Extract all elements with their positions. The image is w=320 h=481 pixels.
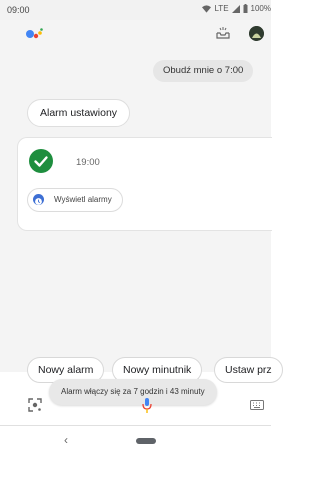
battery-icon: [243, 4, 248, 13]
signal-icon: [231, 4, 240, 13]
status-icons: LTE 100%: [202, 4, 271, 13]
lens-icon[interactable]: [28, 398, 42, 412]
user-query-bubble: Obudź mnie o 7:00: [153, 60, 254, 82]
home-pill[interactable]: [136, 438, 156, 444]
clock-icon: [33, 194, 44, 205]
alarm-card[interactable]: [17, 137, 272, 231]
google-assistant-logo-icon: [26, 28, 43, 39]
avatar-image: [249, 26, 264, 41]
status-bar: 09:00 LTE 100%: [0, 0, 271, 20]
check-icon: [29, 149, 53, 173]
alarm-time: 19:00: [76, 157, 100, 168]
avatar[interactable]: [249, 26, 264, 41]
suggestion-set[interactable]: Ustaw prz: [214, 357, 283, 383]
battery-level: 100%: [250, 4, 271, 13]
status-time: 09:00: [7, 5, 30, 15]
network-label: LTE: [214, 4, 229, 13]
back-icon[interactable]: ‹: [64, 433, 68, 447]
snapshot-icon[interactable]: [216, 27, 230, 39]
keyboard-icon[interactable]: [250, 400, 264, 410]
toast-message: Alarm włączy się za 7 godzin i 43 minuty: [49, 379, 217, 405]
mic-icon[interactable]: [141, 398, 153, 414]
navigation-bar: [0, 426, 271, 481]
assistant-reply-bubble: Alarm ustawiony: [27, 99, 131, 127]
wifi-icon: [202, 4, 212, 13]
